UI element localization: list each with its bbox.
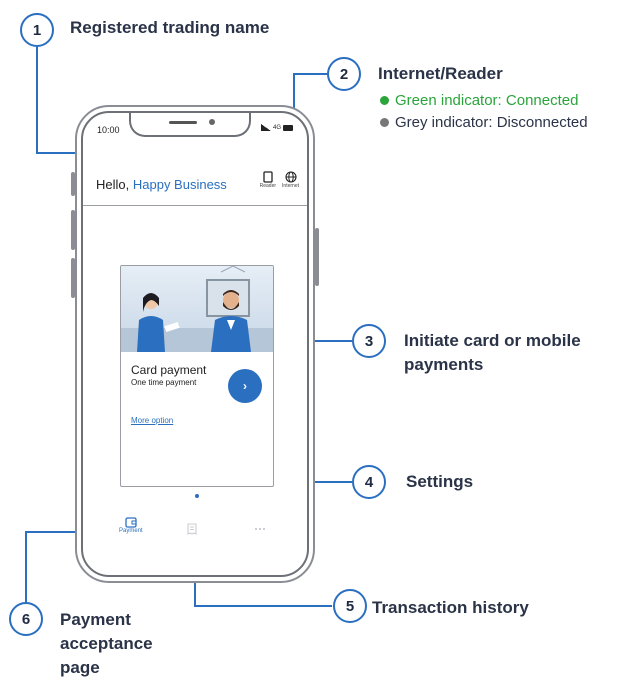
connection-indicators: Reader Internet: [260, 171, 299, 189]
greeting: Hello, Happy Business: [96, 177, 227, 192]
battery-icon: [283, 124, 293, 131]
camera: [209, 119, 215, 125]
callout-badge-3: 3: [352, 324, 386, 358]
network-label: 4G: [272, 124, 281, 131]
more-dots-icon: [255, 528, 265, 530]
legend-connected-text: Green indicator: Connected: [395, 92, 579, 109]
callout-label-5: Transaction history: [372, 598, 529, 617]
phone-side-button: [315, 228, 319, 286]
merchant-illustration: [121, 266, 273, 352]
callout-badge-1: 1: [20, 13, 54, 47]
status-time: 10:00: [97, 125, 120, 135]
card-reader-icon: [263, 171, 273, 183]
start-payment-button[interactable]: ›: [228, 369, 262, 403]
green-dot-icon: [380, 96, 389, 105]
callout-label-4: Settings: [406, 472, 474, 491]
legend-disconnected: Grey indicator: Disconnected: [380, 114, 588, 131]
callout-label-3: Initiate card or mobile payments: [404, 331, 581, 374]
nav-settings[interactable]: [254, 527, 266, 531]
nav-payment[interactable]: Payment: [119, 517, 143, 534]
phone-notch: [129, 113, 251, 137]
internet-label: Internet: [282, 183, 299, 189]
callout-label-6: Payment acceptance page: [60, 610, 153, 677]
phone-screen: 10:00 4G Hello, Happy Business Reader In…: [81, 111, 309, 577]
speaker: [169, 121, 197, 124]
signal-icon: [260, 124, 271, 131]
callout-badge-6: 6: [9, 602, 43, 636]
callout-badge-4: 4: [352, 465, 386, 499]
status-indicators: 4G: [260, 124, 293, 131]
callout-label-2: Internet/Reader: [378, 64, 503, 83]
reader-indicator[interactable]: Reader: [260, 171, 276, 189]
legend-disconnected-text: Grey indicator: Disconnected: [395, 114, 588, 131]
nav-transaction-history[interactable]: [187, 523, 197, 535]
greeting-prefix: Hello,: [96, 177, 133, 192]
header-divider: [83, 205, 307, 206]
callout-label-1: Registered trading name: [70, 18, 270, 37]
card-payment-subtitle: One time payment: [131, 378, 197, 387]
grey-dot-icon: [380, 118, 389, 127]
receipt-icon: [187, 523, 197, 535]
wallet-icon: [125, 517, 137, 528]
card-payment-title: Card payment: [131, 363, 207, 377]
reader-label: Reader: [259, 183, 277, 189]
internet-indicator[interactable]: Internet: [282, 171, 299, 189]
callout-badge-5: 5: [333, 589, 367, 623]
nav-payment-label: Payment: [119, 528, 143, 534]
business-name: Happy Business: [132, 177, 227, 192]
legend-connected: Green indicator: Connected: [380, 92, 578, 109]
globe-icon: [284, 171, 297, 183]
callout-badge-2: 2: [327, 57, 361, 91]
chevron-right-icon: ›: [243, 379, 247, 393]
page-indicator: [195, 494, 199, 498]
more-option-link[interactable]: More option: [131, 416, 173, 425]
